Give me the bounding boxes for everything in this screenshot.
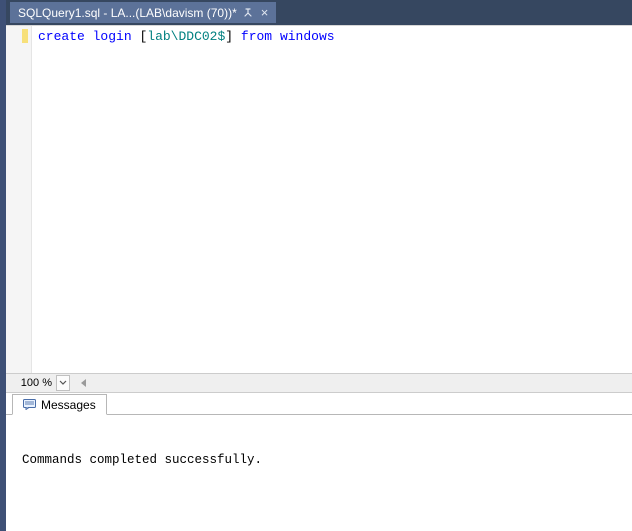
login-identifier: lab\DDC02$ xyxy=(147,29,225,44)
messages-tab[interactable]: Messages xyxy=(12,394,107,415)
zoom-bar: 100 % xyxy=(6,373,632,393)
change-marker xyxy=(22,29,28,43)
zoom-value: 100 % xyxy=(10,377,54,389)
bracket-close: ] xyxy=(225,29,233,44)
zoom-dropdown[interactable] xyxy=(56,375,70,391)
document-tab[interactable]: SQLQuery1.sql - LA...(LAB\davism (70))* … xyxy=(10,2,276,23)
kw-windows: windows xyxy=(280,29,335,44)
chevron-down-icon xyxy=(59,380,67,386)
code-area[interactable]: create login [lab\DDC02$] from windows xyxy=(32,26,632,373)
messages-pane[interactable]: Commands completed successfully. Complet… xyxy=(6,415,632,531)
kw-from: from xyxy=(241,29,272,44)
messages-icon xyxy=(23,399,36,410)
scroll-left-button[interactable] xyxy=(76,375,90,391)
close-icon[interactable]: × xyxy=(259,6,271,19)
results-tabstrip: Messages xyxy=(6,393,632,415)
editor-gutter xyxy=(6,26,32,373)
document-tabbar: SQLQuery1.sql - LA...(LAB\davism (70))* … xyxy=(6,0,632,25)
ssms-editor-window: SQLQuery1.sql - LA...(LAB\davism (70))* … xyxy=(0,0,632,531)
document-tab-title: SQLQuery1.sql - LA...(LAB\davism (70))* xyxy=(18,6,237,20)
kw-create: create xyxy=(38,29,85,44)
triangle-left-icon xyxy=(80,379,87,387)
message-line: Commands completed successfully. xyxy=(22,453,622,467)
pin-icon[interactable] xyxy=(243,8,253,18)
messages-tab-label: Messages xyxy=(41,398,96,412)
code-editor[interactable]: create login [lab\DDC02$] from windows xyxy=(6,25,632,373)
kw-login: login xyxy=(93,29,132,44)
